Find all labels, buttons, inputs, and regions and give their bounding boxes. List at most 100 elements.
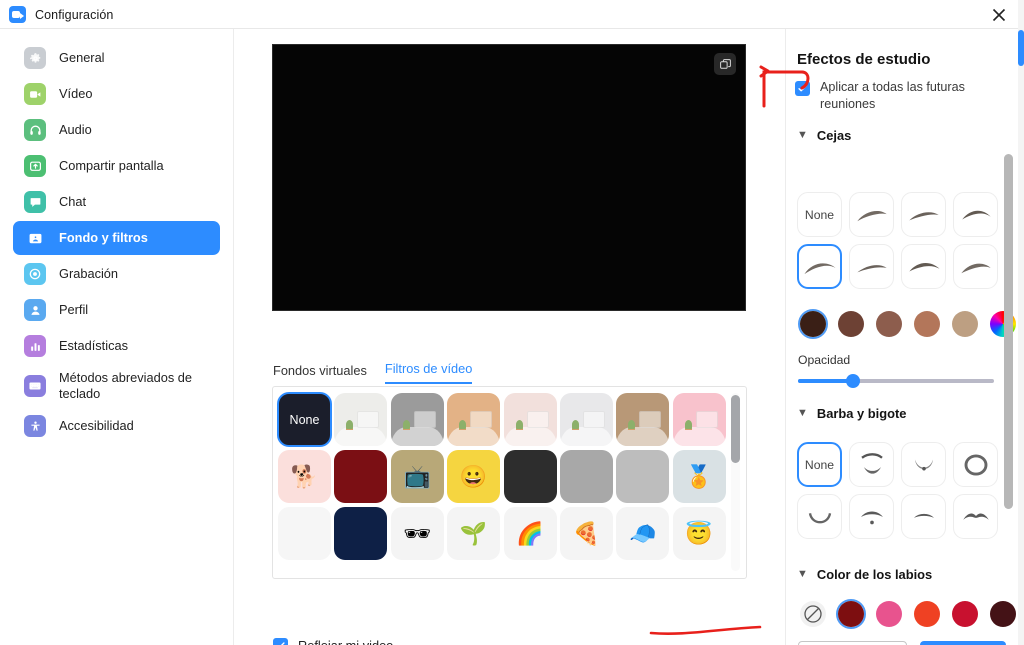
section-header-beard[interactable]: ▼ Barba y bigote — [797, 406, 906, 421]
beard-thumb[interactable]: None — [797, 442, 842, 487]
eyebrow-thumb[interactable] — [901, 192, 946, 237]
filter-cell[interactable] — [447, 393, 501, 446]
sidebar-item-keyboard-shortcuts[interactable]: Métodos abreviados de teclado — [13, 365, 220, 407]
sidebar-item-audio[interactable]: Audio — [13, 113, 220, 147]
lip-color-swatch[interactable] — [950, 599, 980, 629]
filter-scrollbar-thumb[interactable] — [731, 395, 740, 463]
sidebar-item-label: Compartir pantalla — [59, 158, 164, 174]
lip-color-swatch-color — [876, 601, 902, 627]
lip-color-swatch-color — [838, 601, 864, 627]
apply-future-checkbox[interactable] — [795, 81, 810, 96]
studio-effects-panel: Efectos de estudio Aplicar a todas las f… — [785, 29, 1018, 645]
filter-art-thumbnail — [504, 450, 557, 503]
filter-cell[interactable] — [559, 450, 613, 503]
beard-thumb[interactable] — [953, 442, 998, 487]
eyebrow-color-swatch[interactable] — [912, 309, 942, 339]
reset-button[interactable]: Reestablecer — [798, 641, 908, 645]
filter-grid: None 🐕 📺 😀 🏅 🕶 🌱 🌈 🍕 🧢 😇 — [277, 392, 726, 560]
filter-cell[interactable]: 🌱 — [447, 507, 501, 560]
beard-thumb[interactable] — [849, 442, 894, 487]
filter-cell[interactable]: 📺 — [390, 450, 444, 503]
filter-cell[interactable]: 😇 — [672, 507, 726, 560]
filter-cell[interactable]: 🍕 — [559, 507, 613, 560]
sidebar-item-general[interactable]: General — [13, 41, 220, 75]
eyebrow-color-swatches — [798, 309, 1018, 339]
eyebrow-color-swatch[interactable] — [798, 309, 828, 339]
filter-cell[interactable] — [334, 450, 388, 503]
filter-cell[interactable] — [503, 393, 557, 446]
eyebrow-thumb[interactable] — [953, 192, 998, 237]
filter-cell[interactable] — [503, 450, 557, 503]
eyebrow-color-swatch[interactable] — [874, 309, 904, 339]
close-button[interactable]: Cerrar — [920, 641, 1006, 645]
sidebar-item-recording[interactable]: Grabación — [13, 257, 220, 291]
lip-color-swatch[interactable] — [912, 599, 942, 629]
filter-cell[interactable] — [559, 393, 613, 446]
opacity-slider-fill — [798, 379, 853, 383]
window-title: Configuración — [35, 7, 114, 22]
sidebar-item-video[interactable]: Vídeo — [13, 77, 220, 111]
eyebrow-thumb[interactable] — [849, 244, 894, 289]
lip-color-swatches — [798, 599, 1018, 629]
filter-scene-thumbnail — [559, 393, 613, 446]
beard-thumb[interactable] — [797, 494, 842, 539]
eyebrow-thumb[interactable]: None — [797, 192, 842, 237]
filter-cell[interactable]: 🏅 — [672, 450, 726, 503]
eyebrow-color-swatch[interactable] — [836, 309, 866, 339]
chevron-down-icon: ▼ — [797, 129, 808, 141]
lip-color-swatch[interactable] — [988, 599, 1018, 629]
filter-cell[interactable]: 🕶 — [390, 507, 444, 560]
tab-virtual-backgrounds[interactable]: Fondos virtuales — [273, 363, 367, 384]
tab-video-filters[interactable]: Filtros de vídeo — [384, 361, 473, 384]
window-scrollbar-track[interactable] — [1018, 0, 1024, 645]
picture-in-picture-icon[interactable] — [714, 53, 736, 75]
sidebar-item-profile[interactable]: Perfil — [13, 293, 220, 327]
eyebrow-thumb[interactable] — [901, 244, 946, 289]
filter-cell[interactable] — [616, 393, 670, 446]
gear-icon — [24, 47, 46, 69]
beard-thumb[interactable] — [901, 494, 946, 539]
close-icon[interactable] — [990, 6, 1008, 24]
section-header-lip-color[interactable]: ▼ Color de los labios — [797, 567, 932, 582]
eyebrow-thumb[interactable] — [953, 244, 998, 289]
lip-color-swatch[interactable] — [836, 599, 866, 629]
filter-cell[interactable] — [672, 393, 726, 446]
sidebar-item-statistics[interactable]: Estadísticas — [13, 329, 220, 363]
filter-cell[interactable]: 🐕 — [278, 450, 331, 503]
bar-chart-icon — [24, 335, 46, 357]
beard-thumb[interactable] — [901, 442, 946, 487]
eyebrow-thumb[interactable] — [849, 192, 894, 237]
filter-cell[interactable]: 🌈 — [503, 507, 557, 560]
rainbow-wheel-icon[interactable] — [988, 309, 1018, 339]
beard-thumb[interactable] — [953, 494, 998, 539]
filter-cell[interactable] — [334, 393, 388, 446]
opacity-slider[interactable] — [798, 374, 994, 388]
beard-thumb[interactable] — [849, 494, 894, 539]
filter-cell[interactable]: 😀 — [447, 450, 501, 503]
eyebrow-color-swatch[interactable] — [950, 309, 980, 339]
section-header-eyebrows[interactable]: ▼ Cejas — [797, 128, 851, 143]
sidebar-item-chat[interactable]: Chat — [13, 185, 220, 219]
lip-color-swatch[interactable] — [798, 599, 828, 629]
sidebar-item-background-filters[interactable]: Fondo y filtros — [13, 221, 220, 255]
eyebrow-thumb[interactable] — [797, 244, 842, 289]
mirror-video-checkbox[interactable] — [273, 638, 288, 645]
person-frame-icon — [24, 227, 46, 249]
filter-cell[interactable] — [278, 507, 331, 560]
window-scrollbar-thumb[interactable] — [1018, 30, 1024, 66]
opacity-slider-thumb[interactable] — [845, 374, 860, 388]
sidebar-item-share-screen[interactable]: Compartir pantalla — [13, 149, 220, 183]
sidebar-item-accessibility[interactable]: Accesibilidad — [13, 409, 220, 443]
filter-art-thumbnail: 📺 — [403, 463, 431, 489]
filter-scene-thumbnail — [616, 393, 670, 446]
filter-cell[interactable]: 🧢 — [616, 507, 670, 560]
filter-cell[interactable] — [390, 393, 444, 446]
studio-scrollbar-thumb[interactable] — [1004, 154, 1013, 509]
filter-cell[interactable]: None — [277, 392, 332, 447]
filter-cell[interactable] — [616, 450, 670, 503]
filter-art-thumbnail: 🌱 — [459, 520, 488, 546]
lip-color-swatch[interactable] — [874, 599, 904, 629]
filter-art-thumbnail — [334, 507, 387, 560]
filter-cell[interactable] — [334, 507, 388, 560]
filter-art-thumbnail: 😇 — [685, 520, 713, 546]
